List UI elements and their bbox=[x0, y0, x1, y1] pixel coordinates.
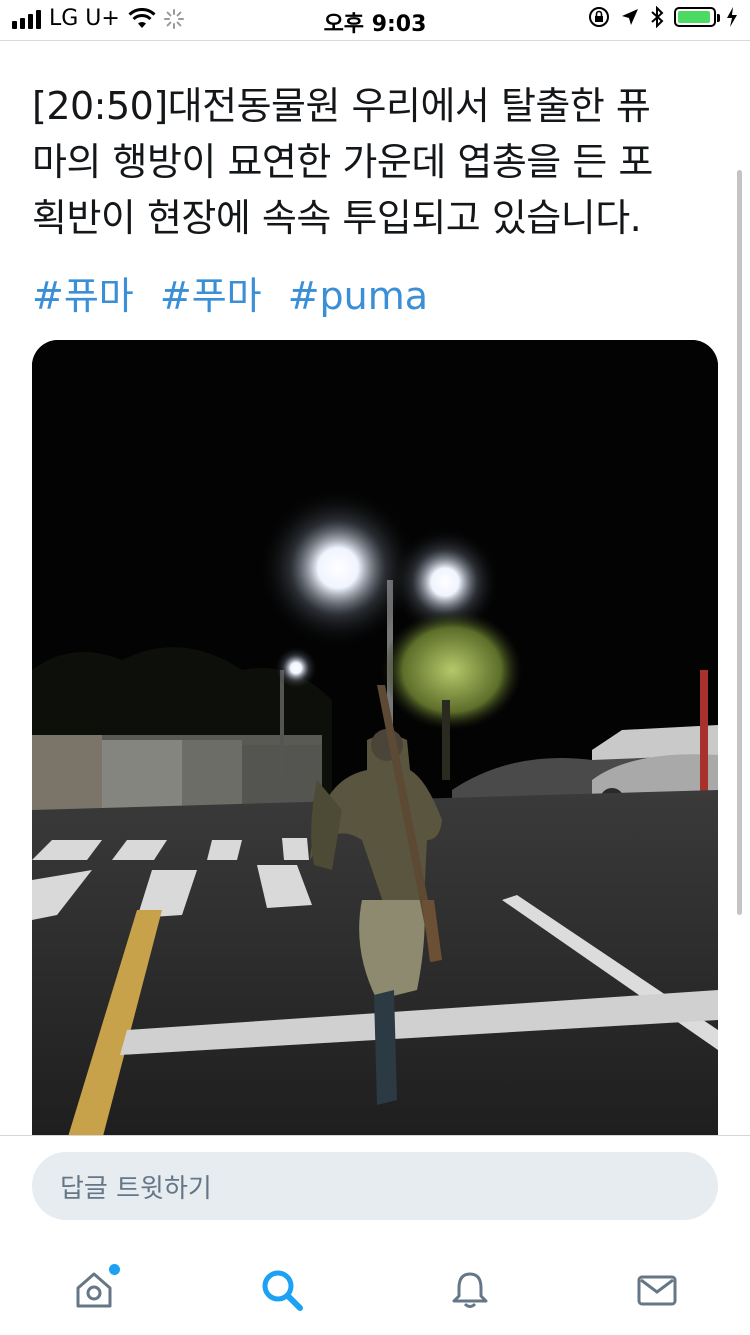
tab-home[interactable] bbox=[64, 1260, 124, 1320]
bell-icon bbox=[452, 1272, 488, 1308]
tab-messages[interactable] bbox=[627, 1260, 687, 1320]
scrollbar[interactable] bbox=[737, 170, 742, 915]
hashtag-link[interactable]: #푸마 bbox=[160, 274, 262, 318]
hashtag-link[interactable]: #퓨마 bbox=[32, 274, 134, 318]
reply-placeholder: 답글 트윗하기 bbox=[60, 1173, 212, 1204]
home-icon bbox=[76, 1272, 112, 1308]
hashtag-list: #퓨마 #푸마 #puma bbox=[32, 268, 442, 324]
tweet-text-line: [20:50]대전동물원 우리에서 탈출한 퓨 bbox=[32, 84, 651, 128]
tab-bar bbox=[0, 1252, 750, 1322]
tweet-text-line: 마의 행방이 묘연한 가운데 엽총을 든 포 bbox=[32, 140, 653, 184]
bottom-bar: 답글 트윗하기 bbox=[0, 1135, 750, 1335]
location-icon bbox=[622, 9, 638, 25]
hashtag-link[interactable]: #puma bbox=[288, 274, 428, 318]
charging-icon bbox=[727, 7, 737, 27]
status-bar: LG U+ 오후 9:03 bbox=[0, 0, 750, 40]
battery-icon bbox=[674, 7, 720, 27]
notification-dot bbox=[109, 1264, 120, 1275]
tab-search[interactable] bbox=[252, 1260, 312, 1320]
tab-notifications[interactable] bbox=[440, 1260, 500, 1320]
mail-icon bbox=[637, 1275, 677, 1306]
status-right bbox=[588, 6, 738, 28]
tweet-text: [20:50]대전동물원 우리에서 탈출한 퓨 마의 행방이 묘연한 가운데 엽… bbox=[32, 78, 712, 246]
status-divider bbox=[0, 40, 750, 41]
tweet-photo[interactable] bbox=[32, 340, 718, 1140]
tweet-text-line: 획반이 현장에 속속 투입되고 있습니다. bbox=[32, 196, 642, 240]
search-icon bbox=[262, 1270, 303, 1311]
reply-input[interactable]: 답글 트윗하기 bbox=[32, 1152, 718, 1220]
bluetooth-icon bbox=[651, 6, 664, 28]
battery-fill bbox=[678, 11, 711, 23]
photo-image bbox=[32, 340, 718, 1140]
rotation-lock-icon bbox=[589, 7, 609, 27]
